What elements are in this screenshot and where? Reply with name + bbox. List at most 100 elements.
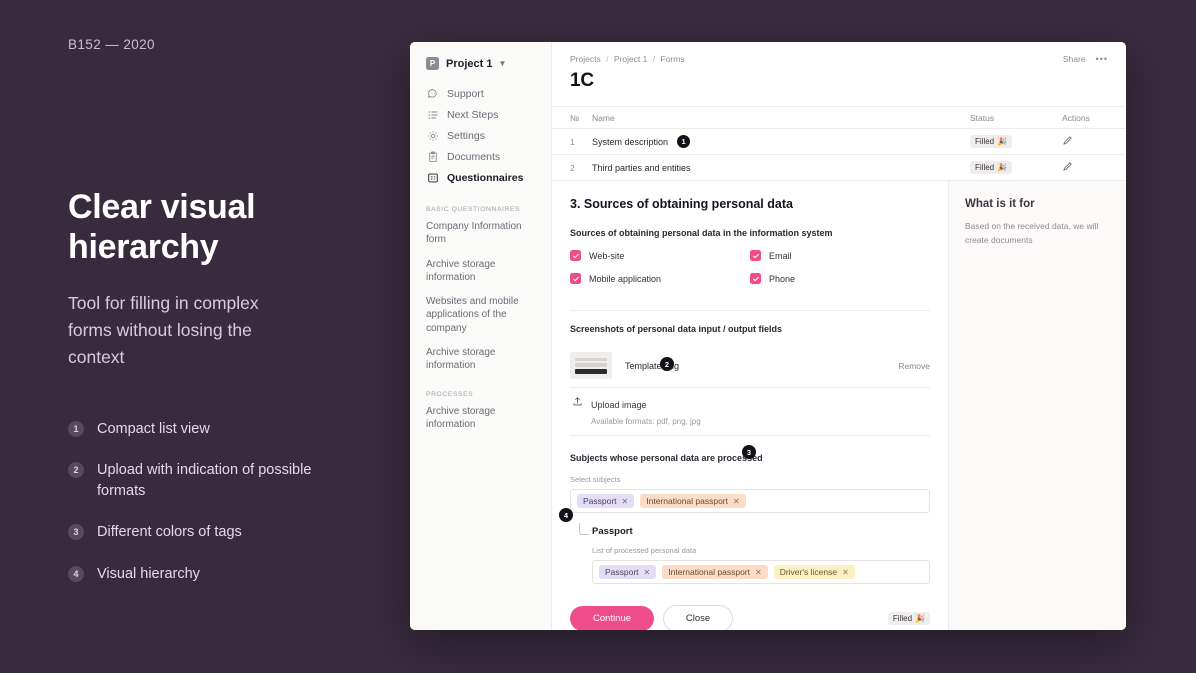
- sources-field-label: Sources of obtaining personal data in th…: [570, 228, 833, 238]
- sidebar-item-label: Documents: [447, 150, 501, 163]
- project-avatar: P: [426, 57, 439, 70]
- processed-data-label: List of processed personal data: [592, 546, 697, 555]
- tag-label: International passport: [646, 496, 728, 506]
- chat-bubble-icon: [426, 87, 439, 100]
- more-options-icon[interactable]: •••: [1096, 54, 1108, 64]
- party-popper-icon: 🎉: [997, 163, 1008, 172]
- checkbox-label: Mobile application: [589, 273, 662, 284]
- row-actions: [1062, 135, 1108, 149]
- sidebar-item-settings[interactable]: Settings: [410, 125, 551, 146]
- upload-hint: Available formats: pdf, png, jpg: [591, 417, 701, 426]
- sidebar-subitem[interactable]: Archive storage information: [410, 258, 551, 285]
- app-main: Projects / Project 1 / Forms Share ••• 1…: [552, 42, 1126, 630]
- upload-text: Upload image Available formats: pdf, png…: [591, 395, 701, 426]
- close-icon[interactable]: ✕: [755, 568, 762, 577]
- checkbox-checked-icon: [570, 250, 581, 261]
- tag-international-passport[interactable]: International passport ✕: [662, 565, 768, 579]
- breadcrumb-project-1[interactable]: Project 1: [614, 54, 648, 64]
- sidebar-subitem[interactable]: Archive storage information: [410, 346, 551, 373]
- processed-data-input[interactable]: Passport ✕ International passport ✕ Driv…: [592, 560, 930, 584]
- upload-image-button[interactable]: Upload image Available formats: pdf, png…: [570, 388, 930, 436]
- list-item: 2 Upload with indication of possible for…: [68, 460, 410, 501]
- share-button[interactable]: Share: [1063, 54, 1086, 64]
- form-title: 1C: [570, 70, 594, 91]
- app-sidebar: P Project 1 ▼ Support Next Steps Setting…: [410, 42, 552, 630]
- sources-checkbox-group: Web-site Email Mobile application Phone: [570, 250, 930, 296]
- tag-international-passport[interactable]: International passport ✕: [640, 494, 746, 508]
- column-header-num: №: [570, 112, 580, 123]
- breadcrumb-separator: /: [652, 54, 656, 64]
- screenshots-field-label: Screenshots of personal data input / out…: [570, 324, 783, 334]
- close-button[interactable]: Close: [663, 605, 733, 630]
- tag-drivers-license[interactable]: Driver's license ✕: [773, 565, 855, 579]
- sidebar-subitem[interactable]: Websites and mobile applications of the …: [410, 295, 551, 335]
- tag-label: Passport: [605, 567, 639, 577]
- upload-block: Template.png Remove Upload image Availab…: [570, 346, 930, 436]
- list-item: 1 Compact list view: [68, 419, 410, 440]
- tag-passport[interactable]: Passport ✕: [577, 494, 635, 508]
- table-header-row: № Name Status Actions: [552, 106, 1126, 128]
- info-panel: What is it for Based on the received dat…: [948, 181, 1126, 630]
- close-icon[interactable]: ✕: [644, 568, 651, 577]
- checkbox-mobile-application[interactable]: Mobile application: [570, 273, 750, 284]
- app-window: P Project 1 ▼ Support Next Steps Setting…: [410, 42, 1126, 630]
- remove-file-button[interactable]: Remove: [898, 361, 930, 371]
- column-header-status: Status: [970, 112, 995, 123]
- table-row[interactable]: 1 System description 1 Filled 🎉: [552, 128, 1126, 154]
- tree-connector-icon: [579, 523, 589, 535]
- feature-label: Visual hierarchy: [97, 565, 200, 582]
- feature-number-badge: 2: [68, 462, 84, 479]
- header-actions: Share •••: [1063, 54, 1108, 64]
- checkbox-label: Email: [769, 250, 792, 261]
- row-num: 1: [570, 136, 575, 147]
- callout-badge-2: 2: [660, 357, 674, 371]
- row-name[interactable]: System description: [592, 137, 668, 147]
- row-name-cell: System description 1: [592, 135, 970, 148]
- close-icon[interactable]: ✕: [733, 497, 740, 506]
- feature-list: 1 Compact list view 2 Upload with indica…: [68, 419, 410, 585]
- form-body: 3. Sources of obtaining personal data So…: [552, 180, 1126, 630]
- callout-badge-3: 3: [742, 445, 756, 459]
- feature-label: Upload with indication of possible forma…: [97, 462, 312, 499]
- sidebar-subitem[interactable]: Archive storage information: [410, 405, 551, 432]
- sidebar-item-support[interactable]: Support: [410, 83, 551, 104]
- sidebar-group-title-processes: PROCESSES: [426, 390, 474, 398]
- checkbox-email[interactable]: Email: [750, 250, 930, 261]
- questionnaire-icon: [426, 171, 439, 184]
- breadcrumb-projects[interactable]: Projects: [570, 54, 601, 64]
- nested-subject-block: Passport List of processed personal data…: [570, 523, 930, 584]
- tag-label: Driver's license: [779, 567, 838, 577]
- table-row[interactable]: 2 Third parties and entities Filled 🎉: [552, 154, 1126, 180]
- breadcrumb: Projects / Project 1 / Forms: [570, 54, 685, 64]
- status-badge-label: Filled: [975, 163, 995, 172]
- tag-passport[interactable]: Passport ✕: [599, 565, 657, 579]
- close-icon[interactable]: ✕: [842, 568, 849, 577]
- sidebar-item-questionnaires[interactable]: Questionnaires: [410, 167, 551, 188]
- feature-label: Compact list view: [97, 420, 210, 437]
- main-header: Projects / Project 1 / Forms Share ••• 1…: [552, 42, 1126, 92]
- document-thumbnail-icon: [570, 352, 612, 379]
- subjects-block: Subjects whose personal data are process…: [559, 445, 930, 584]
- breadcrumb-forms[interactable]: Forms: [661, 54, 685, 64]
- sidebar-subitem[interactable]: Company Information form: [410, 220, 551, 247]
- breadcrumb-separator: /: [606, 54, 609, 64]
- continue-button[interactable]: Continue: [570, 606, 654, 630]
- row-actions: [1062, 161, 1108, 175]
- tag-label: Passport: [583, 496, 617, 506]
- info-panel-text: Based on the received data, we will crea…: [965, 221, 1099, 245]
- page-subtitle: Tool for filling in complex forms withou…: [68, 293, 259, 367]
- select-subjects-input[interactable]: Passport ✕ International passport ✕: [570, 489, 930, 513]
- project-switcher[interactable]: P Project 1 ▼: [410, 54, 551, 70]
- feature-number-badge: 3: [68, 524, 84, 541]
- sidebar-item-next-steps[interactable]: Next Steps: [410, 104, 551, 125]
- list-item: 4 Visual hierarchy: [68, 564, 410, 585]
- checkbox-phone[interactable]: Phone: [750, 273, 930, 284]
- list-item: 3 Different colors of tags: [68, 522, 410, 543]
- row-name[interactable]: Third parties and entities: [592, 163, 691, 173]
- pencil-icon[interactable]: [1062, 135, 1073, 149]
- checkbox-web-site[interactable]: Web-site: [570, 250, 750, 261]
- sidebar-item-label: Settings: [447, 129, 485, 142]
- pencil-icon[interactable]: [1062, 161, 1073, 175]
- close-icon[interactable]: ✕: [622, 497, 629, 506]
- sidebar-item-documents[interactable]: Documents: [410, 146, 551, 167]
